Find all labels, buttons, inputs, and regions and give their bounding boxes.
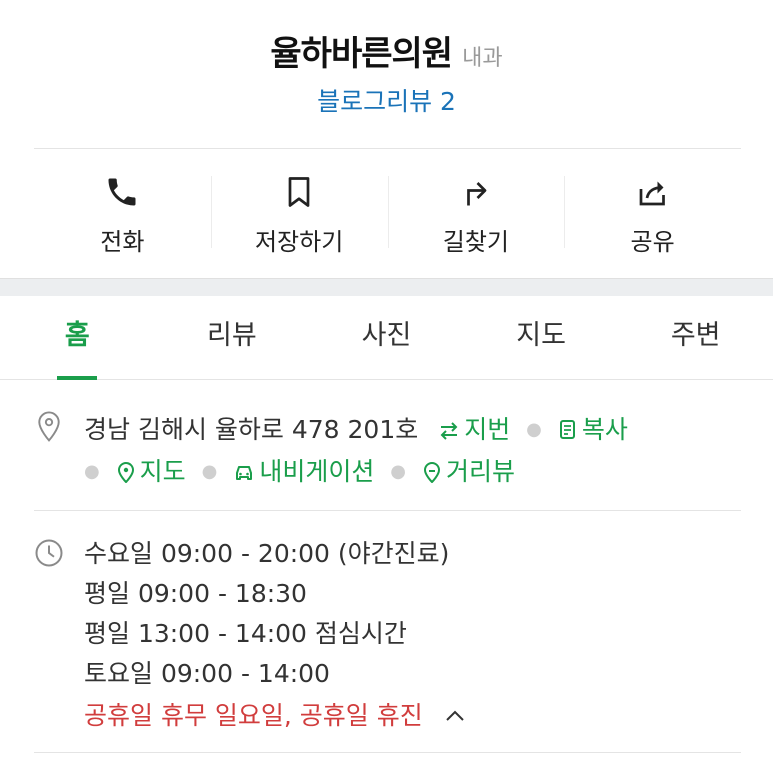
- title-row: 율하바른의원 내과: [0, 26, 773, 75]
- address-text: 경남 김해시 율하로 478 201호: [84, 415, 419, 444]
- copy-label: 복사: [581, 415, 628, 444]
- jibun-label: 지번: [464, 415, 511, 444]
- bookmark-icon: [288, 177, 310, 207]
- tab-nearby-label: 주변: [670, 320, 721, 351]
- action-bar: 전화 저장하기 길찾기 공유: [34, 148, 741, 278]
- address-line: 경남 김해시 율하로 478 201호 지번 ● 복사: [84, 410, 628, 446]
- call-button[interactable]: 전화: [34, 148, 211, 278]
- separator-dot: ●: [390, 461, 406, 482]
- clock-icon: [35, 539, 63, 567]
- active-tab-indicator: [57, 376, 98, 380]
- address-section: 경남 김해시 율하로 478 201호 지번 ● 복사 ● 지도 ● 내비게이션…: [34, 404, 741, 510]
- navigation-label: 내비게이션: [259, 457, 375, 486]
- tab-photos[interactable]: 사진: [309, 296, 464, 379]
- save-label: 저장하기: [254, 228, 344, 256]
- jibun-toggle[interactable]: 지번: [438, 415, 518, 444]
- address-links: ● 지도 ● 내비게이션 ● 거리뷰: [84, 452, 515, 488]
- save-button[interactable]: 저장하기: [210, 148, 388, 278]
- car-icon: [236, 466, 253, 480]
- hours-line: 토요일 09:00 - 14:00: [84, 659, 330, 688]
- hours-divider: [34, 752, 741, 753]
- share-icon: [639, 181, 665, 206]
- hours-line: 평일 09:00 - 18:30: [84, 579, 307, 608]
- tab-reviews-label: 리뷰: [207, 320, 257, 351]
- map-pin-icon: [117, 461, 134, 483]
- address-divider: [34, 510, 741, 511]
- blog-review-link[interactable]: 블로그리뷰 2: [0, 82, 773, 118]
- tab-bar: 홈 리뷰 사진 지도 주변: [0, 296, 773, 380]
- street-view-icon: [423, 461, 440, 483]
- tab-home-label: 홈: [64, 320, 90, 351]
- phone-icon: [108, 178, 136, 206]
- place-category: 내과: [462, 46, 503, 71]
- share-button[interactable]: 공유: [564, 148, 741, 278]
- separator-dot: ●: [526, 419, 542, 440]
- directions-label: 길찾기: [442, 228, 509, 256]
- separator-dot: ●: [201, 461, 218, 482]
- location-pin-icon: [38, 411, 60, 442]
- hours-line: 수요일 09:00 - 20:00 (야간진료): [84, 539, 450, 568]
- copy-address-button[interactable]: 복사: [558, 415, 628, 444]
- tab-reviews[interactable]: 리뷰: [155, 296, 310, 379]
- map-link[interactable]: 지도: [116, 457, 194, 486]
- business-hours-section[interactable]: 수요일 09:00 - 20:00 (야간진료) 평일 09:00 - 18:3…: [34, 524, 741, 744]
- section-gap: [0, 278, 773, 296]
- call-label: 전화: [100, 228, 145, 256]
- tab-map[interactable]: 지도: [464, 296, 619, 379]
- tab-home[interactable]: 홈: [0, 296, 155, 380]
- holiday-line: 공휴일 휴무 일요일, 공휴일 휴진: [84, 696, 465, 732]
- map-link-label: 지도: [139, 457, 186, 486]
- hours-line: 평일 13:00 - 14:00 점심시간: [84, 619, 407, 648]
- chevron-up-icon[interactable]: [445, 710, 465, 722]
- place-name: 율하바른의원: [270, 34, 453, 74]
- street-view-link[interactable]: 거리뷰: [422, 457, 515, 486]
- tab-nearby[interactable]: 주변: [618, 296, 773, 379]
- swap-icon: [440, 422, 458, 440]
- copy-icon: [559, 420, 575, 439]
- directions-icon: [467, 182, 487, 206]
- separator-dot: ●: [84, 461, 100, 482]
- navigation-link[interactable]: 내비게이션: [233, 457, 382, 486]
- tab-map-label: 지도: [516, 320, 566, 351]
- tab-photos-label: 사진: [361, 320, 412, 351]
- share-label: 공유: [630, 228, 675, 256]
- street-view-label: 거리뷰: [445, 457, 515, 486]
- directions-button[interactable]: 길찾기: [387, 148, 565, 278]
- holiday-text: 공휴일 휴무 일요일, 공휴일 휴진: [84, 701, 423, 730]
- place-header: 율하바른의원 내과 블로그리뷰 2: [0, 0, 773, 148]
